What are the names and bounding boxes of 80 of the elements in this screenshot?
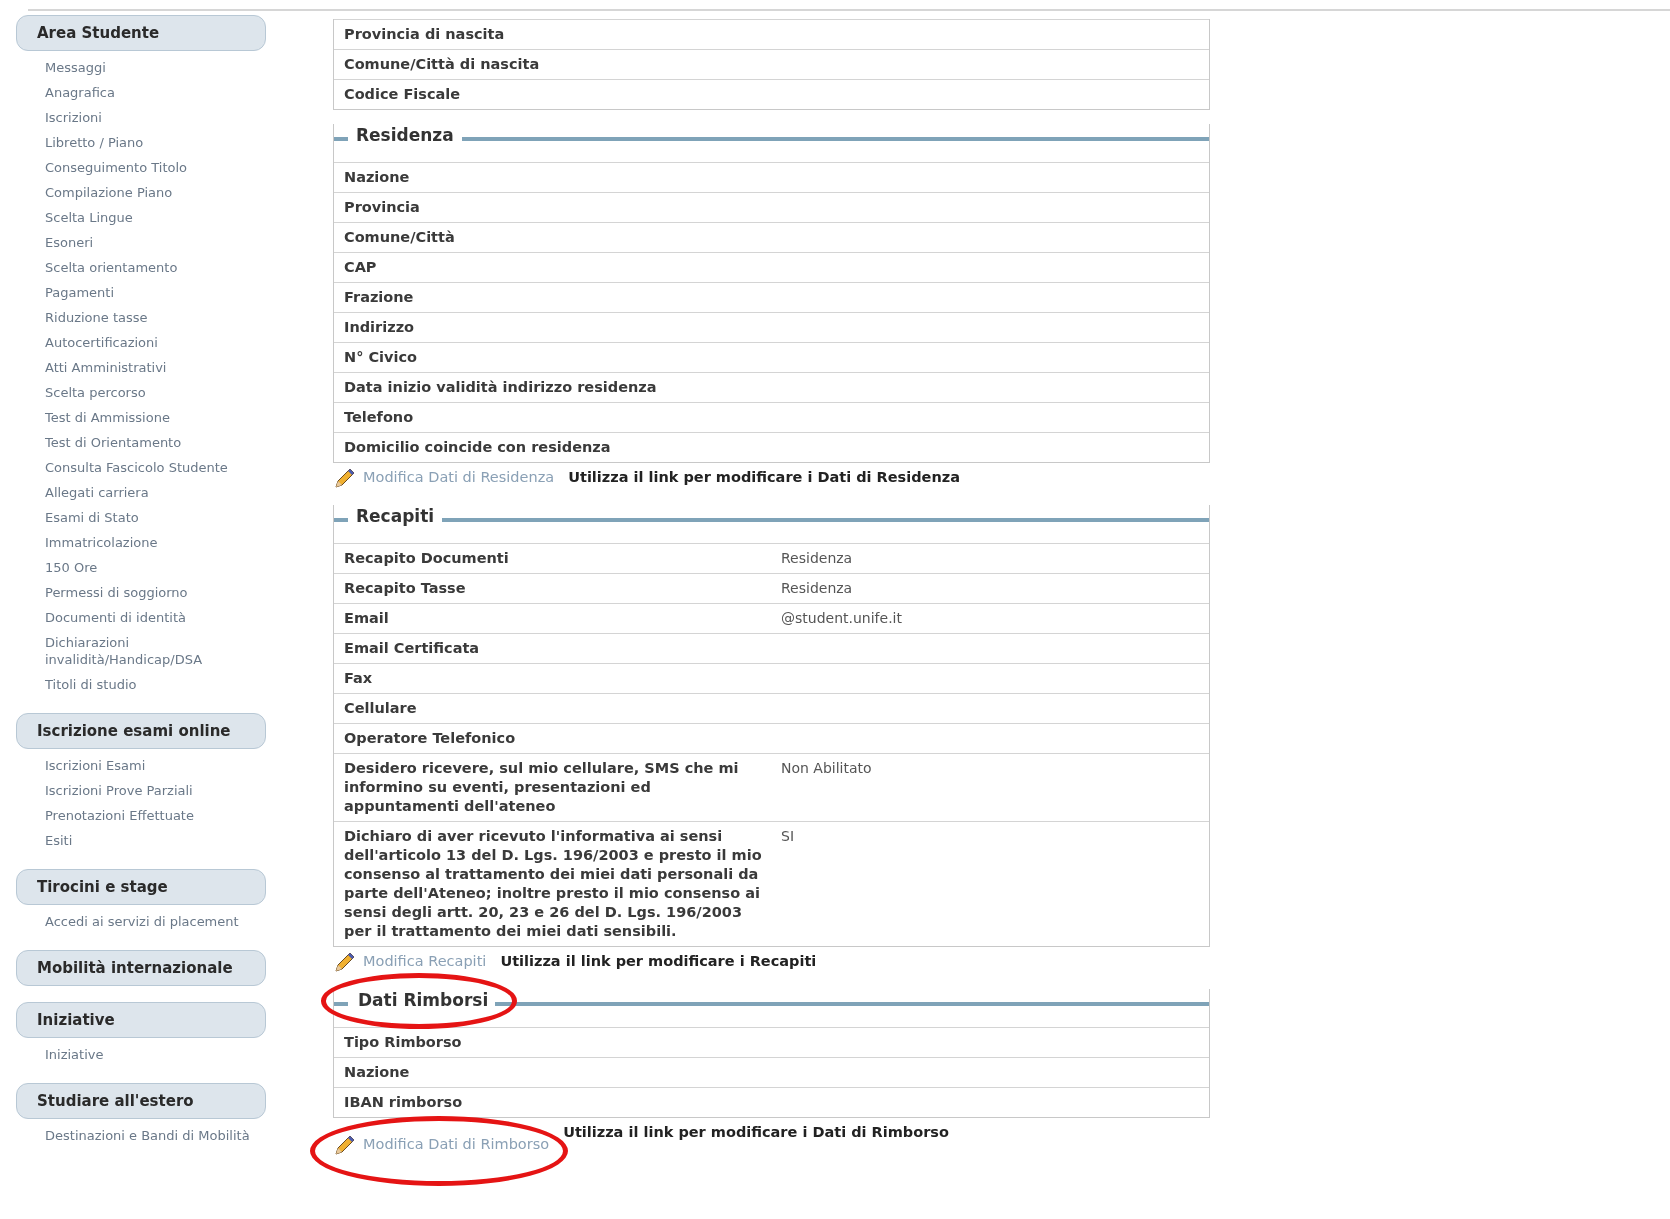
sidebar-link[interactable]: Esiti — [45, 828, 255, 853]
edit-hint: Utilizza il link per modificare i Dati di Rimborso — [563, 1123, 949, 1143]
sidebar-link[interactable]: Iniziative — [45, 1042, 255, 1067]
pencil-icon — [333, 1133, 357, 1157]
sidebar-link[interactable]: Conseguimento Titolo — [45, 155, 255, 180]
field-label: Provincia — [344, 198, 421, 217]
sidebar-link[interactable]: Iscrizioni Esami — [45, 753, 255, 778]
sidebar-link[interactable]: Scelta Lingue — [45, 205, 255, 230]
field-label: Domicilio coincide con residenza — [344, 438, 612, 457]
field-label: Data inizio validità indirizzo residenza — [344, 378, 658, 397]
edit-link[interactable]: Modifica Dati di Rimborso — [363, 1134, 550, 1156]
edit-hint: Utilizza il link per modificare i Dati di Residenza — [568, 468, 960, 488]
sidebar-link[interactable]: Allegati carriera — [45, 480, 255, 505]
section-title: Dati Rimborsi — [358, 990, 489, 1011]
sidebar-link[interactable]: Scelta percorso — [45, 380, 255, 405]
pencil-icon — [333, 466, 357, 490]
sidebar-header[interactable]: Area Studente — [16, 15, 266, 51]
sidebar-link[interactable]: Libretto / Piano — [45, 130, 255, 155]
field-label: Frazione — [344, 288, 415, 307]
field-label: Dichiaro di aver ricevuto l'informativa ai sensi dell'articolo 13 del D. Lgs. 196/2003 e presto il mio consenso al trattamento dei miei dati personali da parte dell'Ateneo; inoltre presto il mio consenso ai sensi degli artt. 20, 23 e 26 del D. Lgs. 196/2003 per il trattamento dei miei dati sensibili. — [344, 827, 763, 941]
field-label: N° Civico — [344, 348, 419, 367]
field-label: CAP — [344, 258, 378, 277]
field-value: Non Abilitato — [781, 759, 873, 778]
field-label: Recapito Documenti — [344, 549, 510, 568]
sidebar-link[interactable]: Prenotazioni Effettuate — [45, 803, 255, 828]
sidebar-link[interactable]: Atti Amministrativi — [45, 355, 255, 380]
field-label: Comune/Città di nascita — [344, 55, 541, 74]
sidebar-link[interactable]: Autocertificazioni — [45, 330, 255, 355]
sidebar-link[interactable]: Iscrizioni Prove Parziali — [45, 778, 255, 803]
sidebar-link[interactable]: Immatricolazione — [45, 530, 255, 555]
sidebar-link[interactable]: Consulta Fascicolo Studente — [45, 455, 255, 480]
field-label: Provincia di nascita — [344, 25, 506, 44]
sidebar-link[interactable]: Riduzione tasse — [45, 305, 255, 330]
sidebar-link[interactable]: Destinazioni e Bandi di Mobilità — [45, 1123, 255, 1148]
sidebar-link[interactable]: Accedi ai servizi di placement — [45, 909, 255, 934]
sidebar-link[interactable]: Scelta orientamento — [45, 255, 255, 280]
field-label: Email — [344, 609, 390, 628]
sidebar-link[interactable]: Test di Ammissione — [45, 405, 255, 430]
sidebar-link[interactable]: Esami di Stato — [45, 505, 255, 530]
sidebar-link[interactable]: Esoneri — [45, 230, 255, 255]
pencil-icon — [333, 950, 357, 974]
field-label: Operatore Telefonico — [344, 729, 517, 748]
sidebar-link[interactable]: Messaggi — [45, 55, 255, 80]
field-label: Tipo Rimborso — [344, 1033, 463, 1052]
field-label: Comune/Città — [344, 228, 456, 247]
field-label: Nazione — [344, 1063, 411, 1082]
field-label: IBAN rimborso — [344, 1093, 464, 1112]
field-label: Email Certificata — [344, 639, 481, 658]
sidebar-link[interactable]: Titoli di studio — [45, 672, 255, 697]
sidebar-header[interactable]: Iniziative — [16, 1002, 266, 1038]
edit-hint: Utilizza il link per modificare i Recapiti — [500, 952, 817, 972]
field-value: SI — [781, 827, 795, 846]
field-label: Fax — [344, 669, 374, 688]
field-label: Recapito Tasse — [344, 579, 467, 598]
field-value: Residenza — [781, 579, 854, 598]
sidebar-link[interactable]: Dichiarazioni invalidità/Handicap/DSA — [45, 630, 255, 672]
field-label: Indirizzo — [344, 318, 416, 337]
field-value: Residenza — [781, 549, 854, 568]
sidebar-link[interactable]: Pagamenti — [45, 280, 255, 305]
sidebar-link[interactable]: Documenti di identità — [45, 605, 255, 630]
sidebar-header[interactable]: Iscrizione esami online — [16, 713, 266, 749]
field-label: Telefono — [344, 408, 415, 427]
section-title: Residenza — [356, 125, 454, 146]
field-label: Nazione — [344, 168, 411, 187]
sidebar-link[interactable]: Permessi di soggiorno — [45, 580, 255, 605]
sidebar-header[interactable]: Studiare all'estero — [16, 1083, 266, 1119]
sidebar-link[interactable]: Anagrafica — [45, 80, 255, 105]
field-label: Codice Fiscale — [344, 85, 462, 104]
edit-link[interactable]: Modifica Dati di Residenza — [363, 467, 555, 489]
sidebar-link[interactable]: Compilazione Piano — [45, 180, 255, 205]
sidebar-link[interactable]: Test di Orientamento — [45, 430, 255, 455]
section-title: Recapiti — [356, 506, 435, 527]
sidebar-link[interactable]: 150 Ore — [45, 555, 255, 580]
sidebar-link[interactable]: Iscrizioni — [45, 105, 255, 130]
sidebar-header[interactable]: Tirocini e stage — [16, 869, 266, 905]
field-value: @student.unife.it — [781, 609, 903, 628]
field-label: Desidero ricevere, sul mio cellulare, SMS che mi informino su eventi, presentazioni ed appuntamenti dell'ateneo — [344, 759, 740, 816]
field-label: Cellulare — [344, 699, 418, 718]
sidebar-header[interactable]: Mobilità internazionale — [16, 950, 266, 986]
edit-link[interactable]: Modifica Recapiti — [363, 951, 487, 973]
